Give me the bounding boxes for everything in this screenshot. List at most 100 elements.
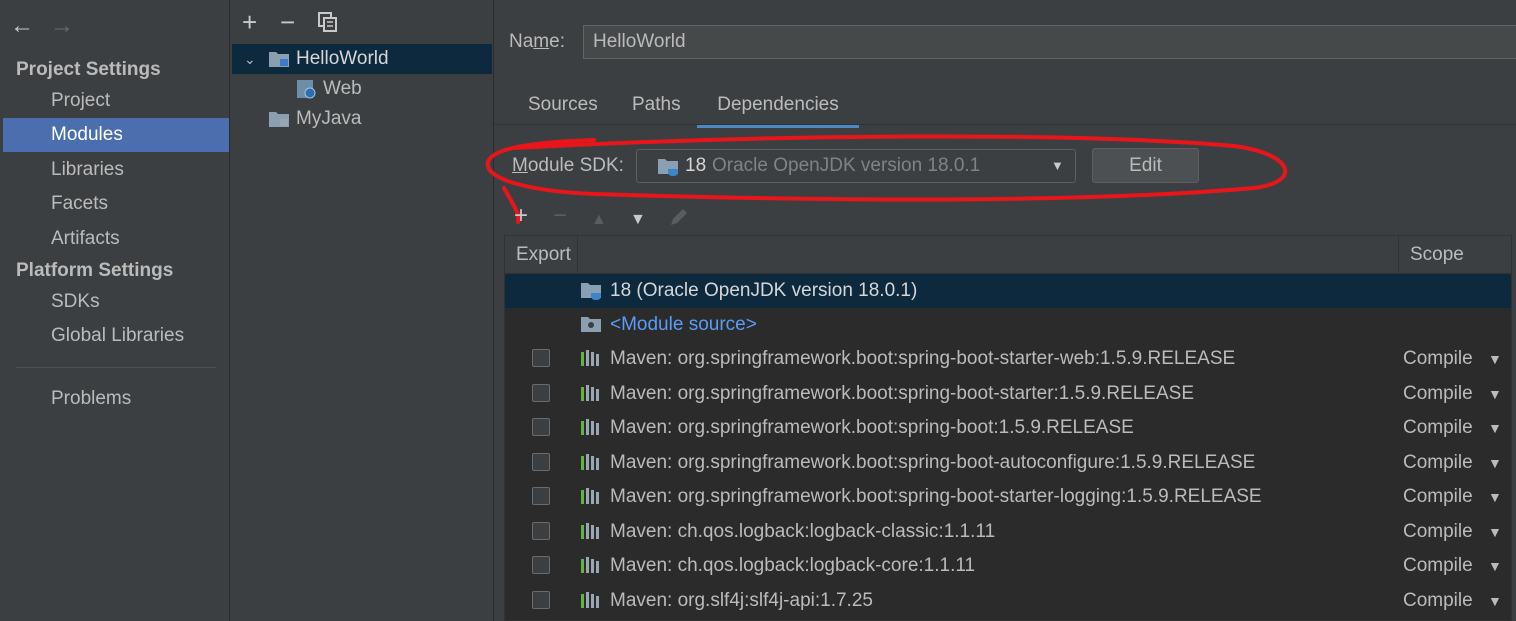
edit-pencil-icon[interactable] xyxy=(668,206,690,228)
source-folder-icon xyxy=(580,308,602,342)
scope-select[interactable]: Compile xyxy=(1403,411,1473,445)
nav-item-sdks[interactable]: SDKs xyxy=(3,285,229,319)
maven-library-icon xyxy=(580,584,602,618)
column-divider xyxy=(577,236,578,273)
library-name: Maven: org.springframework.boot:spring-b… xyxy=(610,382,1194,404)
dropdown-arrow-icon[interactable]: ▼ xyxy=(1488,411,1502,445)
export-checkbox[interactable] xyxy=(532,383,550,402)
nav-divider xyxy=(16,367,216,368)
add-module-icon[interactable]: + xyxy=(242,8,257,36)
table-row[interactable]: Maven: ch.qos.logback:logback-core:1.1.1… xyxy=(505,549,1511,583)
nav-item-problems[interactable]: Problems xyxy=(3,382,229,416)
add-dependency-icon[interactable]: + xyxy=(514,204,528,228)
library-name: Maven: org.springframework.boot:spring-b… xyxy=(610,451,1256,473)
table-row-module-source[interactable]: <Module source> xyxy=(505,308,1511,342)
maven-library-icon xyxy=(580,446,602,480)
tree-label: MyJava xyxy=(296,108,362,129)
table-row-jdk[interactable]: 18 (Oracle OpenJDK version 18.0.1) xyxy=(505,274,1511,308)
name-label: Name: xyxy=(509,31,565,52)
scope-select[interactable]: Compile xyxy=(1403,584,1473,618)
move-up-icon[interactable]: ▲ xyxy=(591,208,607,232)
tab-paths[interactable]: Paths xyxy=(632,92,681,124)
library-name: Maven: org.springframework.boot:spring-b… xyxy=(610,348,1236,369)
dropdown-arrow-icon[interactable]: ▼ xyxy=(1488,515,1502,549)
table-header: Export Scope xyxy=(505,236,1511,274)
library-name: Maven: ch.qos.logback:logback-core:1.1.1… xyxy=(610,555,976,576)
module-name-input[interactable]: HelloWorld xyxy=(583,25,1516,59)
scope-select[interactable]: Compile xyxy=(1403,480,1473,514)
library-name: Maven: ch.qos.logback:logback-classic:1.… xyxy=(610,520,996,542)
module-tree-panel: + − ⌄ HelloWorld Web MyJava xyxy=(230,0,494,621)
tree-node-web[interactable]: Web xyxy=(232,74,492,104)
export-checkbox[interactable] xyxy=(532,487,550,505)
maven-library-icon xyxy=(580,515,602,549)
dropdown-arrow-icon[interactable]: ▼ xyxy=(1488,480,1502,514)
scope-select[interactable]: Compile xyxy=(1403,446,1473,480)
dropdown-arrow-icon[interactable]: ▼ xyxy=(1488,377,1502,411)
web-icon xyxy=(296,79,316,99)
tree-label: HelloWorld xyxy=(296,48,389,69)
table-row[interactable]: Maven: org.springframework.boot:spring-b… xyxy=(505,480,1511,514)
move-down-icon[interactable]: ▼ xyxy=(630,208,646,232)
column-divider xyxy=(1398,236,1399,273)
export-checkbox[interactable] xyxy=(532,418,550,436)
dropdown-arrow-icon[interactable]: ▼ xyxy=(1488,342,1502,376)
module-settings-panel: Name: HelloWorld Sources Paths Dependenc… xyxy=(485,0,1516,621)
folder-module-icon xyxy=(268,50,290,68)
nav-item-global-libraries[interactable]: Global Libraries xyxy=(3,319,229,353)
scope-select[interactable]: Compile xyxy=(1403,342,1473,376)
dependencies-table: Export Scope 18 (Oracle OpenJDK version … xyxy=(504,235,1512,621)
folder-module-icon xyxy=(268,110,290,128)
jdk-folder-icon xyxy=(580,274,602,308)
nav-item-facets[interactable]: Facets xyxy=(3,187,229,221)
project-settings-header: Project Settings xyxy=(16,59,161,80)
column-header-scope[interactable]: Scope xyxy=(1410,236,1464,273)
nav-item-libraries[interactable]: Libraries xyxy=(3,153,229,187)
remove-module-icon[interactable]: − xyxy=(280,8,295,36)
table-row[interactable]: Maven: org.springframework.boot:spring-b… xyxy=(505,377,1511,411)
forward-arrow-icon[interactable]: → xyxy=(50,14,74,38)
tree-node-myjava[interactable]: MyJava xyxy=(232,104,492,134)
column-header-export[interactable]: Export xyxy=(516,236,571,273)
tabs-divider xyxy=(494,124,1516,125)
dropdown-arrow-icon[interactable]: ▼ xyxy=(1488,446,1502,480)
library-name: Maven: org.springframework.boot:spring-b… xyxy=(610,486,1262,507)
table-row[interactable]: Maven: org.springframework.boot:spring-b… xyxy=(505,411,1511,445)
scope-select[interactable]: Compile xyxy=(1403,549,1473,583)
maven-library-icon xyxy=(580,342,602,376)
nav-item-artifacts[interactable]: Artifacts xyxy=(3,222,229,256)
tree-node-helloworld[interactable]: ⌄ HelloWorld xyxy=(232,44,492,74)
maven-library-icon xyxy=(580,480,602,514)
maven-library-icon xyxy=(580,411,602,445)
nav-item-modules[interactable]: Modules xyxy=(3,118,229,152)
maven-library-icon xyxy=(580,549,602,583)
maven-library-icon xyxy=(580,377,602,411)
export-checkbox[interactable] xyxy=(532,349,550,367)
settings-navigation: ← → Project Settings Project Modules Lib… xyxy=(0,0,230,621)
table-row[interactable]: Maven: org.slf4j:slf4j-api:1.7.25 Compile… xyxy=(505,584,1511,618)
export-checkbox[interactable] xyxy=(532,556,550,574)
export-checkbox[interactable] xyxy=(532,590,550,609)
nav-item-project[interactable]: Project xyxy=(3,84,229,118)
chevron-down-icon[interactable]: ⌄ xyxy=(244,44,256,74)
scope-select[interactable]: Compile xyxy=(1403,515,1473,549)
tree-label: Web xyxy=(323,78,362,99)
table-row[interactable]: Maven: ch.qos.logback:logback-classic:1.… xyxy=(505,515,1511,549)
module-name-value: HelloWorld xyxy=(593,31,686,52)
copy-icon[interactable] xyxy=(318,12,338,32)
tab-dependencies[interactable]: Dependencies xyxy=(697,92,859,128)
table-row[interactable]: Maven: org.springframework.boot:spring-b… xyxy=(505,342,1511,376)
library-name: Maven: org.springframework.boot:spring-b… xyxy=(610,417,1134,438)
export-checkbox[interactable] xyxy=(532,521,550,540)
remove-dependency-icon[interactable]: − xyxy=(553,204,567,228)
module-source-entry: <Module source> xyxy=(610,314,757,335)
export-checkbox[interactable] xyxy=(532,452,550,471)
dropdown-arrow-icon[interactable]: ▼ xyxy=(1488,584,1502,618)
jdk-entry: 18 (Oracle OpenJDK version 18.0.1) xyxy=(610,280,918,301)
tab-sources[interactable]: Sources xyxy=(528,92,598,124)
table-row[interactable]: Maven: org.springframework.boot:spring-b… xyxy=(505,446,1511,480)
library-name: Maven: org.slf4j:slf4j-api:1.7.25 xyxy=(610,589,873,611)
back-arrow-icon[interactable]: ← xyxy=(10,14,34,38)
dropdown-arrow-icon[interactable]: ▼ xyxy=(1488,549,1502,583)
scope-select[interactable]: Compile xyxy=(1403,377,1473,411)
